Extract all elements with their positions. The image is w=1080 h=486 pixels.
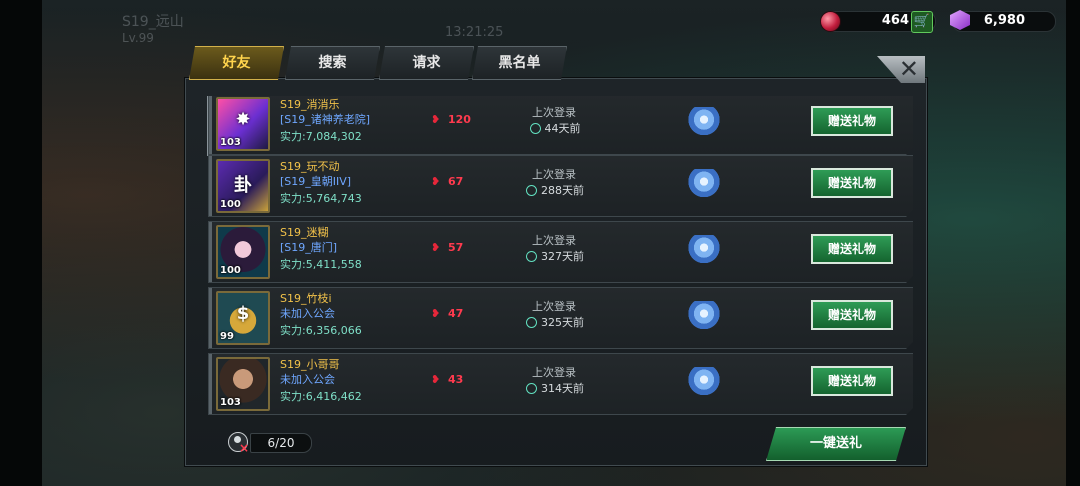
background-player-name: S19_远山	[122, 14, 184, 30]
send-all-gifts-button[interactable]: 一键送礼	[766, 427, 906, 461]
blue-rose-icon	[688, 301, 720, 329]
friend-power: 实力:5,764,743	[280, 192, 362, 205]
bang-icon: ✸	[235, 109, 251, 130]
last-login-time: 325天前	[514, 314, 596, 330]
shop-cart-icon[interactable]: 🛒	[911, 11, 933, 33]
scroll-icon: 卦	[234, 175, 252, 196]
heart-broken-icon: ❥	[431, 241, 441, 254]
friendship-value: 67	[448, 175, 464, 188]
last-login-time: 314天前	[514, 380, 596, 396]
timer-icon	[526, 185, 537, 196]
last-login-time: 327天前	[514, 248, 596, 264]
friend-row: 100 S19_迷糊 [S19_唐门] 实力:5,411,558 ❥ 57 上次登…	[208, 221, 913, 283]
crystal-counter: 6,980	[950, 10, 1056, 32]
gem-value: 464	[881, 13, 909, 28]
tab-friends[interactable]: 好友	[189, 46, 284, 80]
friend-name: S19_迷糊	[280, 226, 329, 239]
friend-level: 99	[220, 331, 234, 342]
friend-level: 100	[220, 199, 241, 210]
friend-guild: [S19_皇朝IIV]	[280, 175, 352, 188]
last-login-label: 上次登录	[532, 366, 576, 379]
background-player-level: Lv.99	[122, 31, 154, 45]
timer-icon	[530, 123, 541, 134]
friend-power: 实力:7,084,302	[280, 130, 362, 143]
last-login-label: 上次登录	[532, 168, 576, 181]
timer-icon	[526, 251, 537, 262]
screen-edge-right	[1066, 0, 1080, 486]
timer-icon	[526, 383, 537, 394]
friend-avatar[interactable]: $ 99	[216, 291, 270, 345]
send-gift-button[interactable]: 赠送礼物	[811, 106, 893, 136]
friend-guild: 未加入公会	[280, 307, 335, 320]
background-clock: 13:21:25	[445, 25, 504, 40]
friend-level: 103	[220, 397, 241, 408]
friendship-value: 47	[448, 307, 464, 320]
friend-power: 实力:5,411,558	[280, 258, 362, 271]
send-gift-button[interactable]: 赠送礼物	[811, 168, 893, 198]
friendship-value: 120	[448, 113, 471, 126]
friend-name: S19_消消乐	[280, 98, 340, 111]
friend-list: ✸ 103 S19_消消乐 [S19_诸神养老院] 实力:7,084,302 ❥…	[205, 96, 913, 417]
blue-rose-icon	[688, 169, 720, 197]
friendship-points: ❥ 47	[431, 307, 463, 320]
last-login-label: 上次登录	[532, 234, 576, 247]
last-login-label: 上次登录	[532, 300, 576, 313]
friend-avatar[interactable]: 100	[216, 225, 270, 279]
friend-row: 103 S19_小哥哥 未加入公会 实力:6,416,462 ❥ 43 上次登录 …	[208, 353, 913, 415]
last-login-value: 288天前	[541, 184, 584, 197]
last-login-value: 44天前	[544, 122, 581, 135]
last-login-value: 325天前	[541, 316, 584, 329]
crystal-value: 6,980	[983, 13, 1025, 28]
friend-power: 实力:6,356,066	[280, 324, 362, 337]
remove-friend-icon[interactable]	[228, 432, 249, 455]
friend-avatar[interactable]: 103	[216, 357, 270, 411]
friend-count: 6/20	[250, 433, 312, 453]
heart-broken-icon: ❥	[431, 175, 441, 188]
friend-guild: [S19_诸神养老院]	[280, 113, 371, 126]
heart-broken-icon: ❥	[431, 113, 441, 126]
blue-rose-icon	[688, 107, 720, 135]
screen-edge-left	[0, 0, 42, 486]
friendship-points: ❥ 67	[431, 175, 463, 188]
send-gift-button[interactable]: 赠送礼物	[811, 234, 893, 264]
friend-row: $ 99 S19_竹枝i 未加入公会 实力:6,356,066 ❥ 47 上次登录…	[208, 287, 913, 349]
friend-avatar[interactable]: ✸ 103	[216, 97, 270, 151]
heart-broken-icon: ❥	[431, 307, 441, 320]
friend-level: 103	[220, 137, 241, 148]
friend-name: S19_玩不动	[280, 160, 340, 173]
tab-search[interactable]: 搜索	[285, 46, 380, 80]
friend-guild: 未加入公会	[280, 373, 335, 386]
last-login-time: 44天前	[514, 120, 596, 136]
friendship-points: ❥ 43	[431, 373, 463, 386]
friendship-value: 57	[448, 241, 464, 254]
friend-row: ✸ 103 S19_消消乐 [S19_诸神养老院] 实力:7,084,302 ❥…	[208, 96, 913, 155]
last-login-value: 327天前	[541, 250, 584, 263]
tab-requests[interactable]: 请求	[379, 46, 474, 80]
blue-rose-icon	[688, 367, 720, 395]
timer-icon	[526, 317, 537, 328]
friend-power: 实力:6,416,462	[280, 390, 362, 403]
last-login-time: 288天前	[514, 182, 596, 198]
money-bag-icon: $	[236, 303, 250, 324]
friend-name: S19_竹枝i	[280, 292, 332, 305]
friend-avatar[interactable]: 卦 100	[216, 159, 270, 213]
send-gift-button[interactable]: 赠送礼物	[811, 300, 893, 330]
blue-rose-icon	[688, 235, 720, 263]
send-gift-button[interactable]: 赠送礼物	[811, 366, 893, 396]
friend-row: 卦 100 S19_玩不动 [S19_皇朝IIV] 实力:5,764,743 ❥…	[208, 155, 913, 217]
friendship-points: ❥ 120	[431, 113, 471, 126]
tab-blacklist[interactable]: 黑名单	[472, 46, 567, 80]
friend-level: 100	[220, 265, 241, 276]
gem-icon	[820, 11, 841, 32]
last-login-label: 上次登录	[532, 106, 576, 119]
friend-name: S19_小哥哥	[280, 358, 340, 371]
gem-counter: 464 🛒	[820, 11, 936, 33]
friendship-points: ❥ 57	[431, 241, 463, 254]
heart-broken-icon: ❥	[431, 373, 441, 386]
friendship-value: 43	[448, 373, 464, 386]
friend-guild: [S19_唐门]	[280, 241, 338, 254]
last-login-value: 314天前	[541, 382, 584, 395]
